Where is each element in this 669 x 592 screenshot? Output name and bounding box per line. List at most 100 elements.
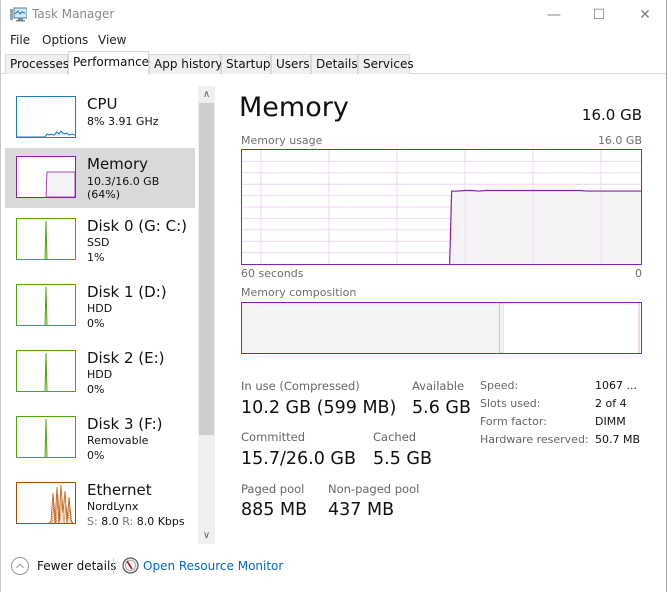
sidebar-title: Disk 2 (E:) (87, 349, 165, 367)
nonpaged-pool-value: 437 MB (328, 500, 395, 520)
in-use-value: 10.2 GB (599 MB) (241, 398, 397, 418)
sidebar-subtitle: SSD (87, 236, 110, 249)
disk-3-spike (44, 418, 48, 457)
disk-2-spike (44, 352, 48, 391)
sidebar-subtitle: 8% 3.91 GHz (87, 115, 159, 128)
close-button[interactable]: ✕ (622, 0, 668, 30)
send-value: 8.0 (101, 515, 119, 528)
menu-bar: File Options View (1, 30, 666, 50)
usage-graph-label: Memory usage (241, 134, 323, 147)
sidebar-item-ethernet[interactable]: Ethernet NordLynx S: 8.0 R: 8.0 Kbps (5, 474, 195, 534)
tab-users[interactable]: Users (271, 54, 311, 74)
composition-standby (503, 303, 640, 353)
tab-processes[interactable]: Processes (5, 54, 69, 74)
sidebar-usage: 0% (87, 383, 105, 396)
sidebar-item-cpu[interactable]: CPU 8% 3.91 GHz (5, 88, 195, 148)
committed-label: Committed (241, 430, 306, 444)
tab-startup[interactable]: Startup (221, 54, 271, 74)
slots-used-value: 2 of 4 (595, 397, 627, 410)
sidebar-throughput: S: 8.0 R: 8.0 Kbps (87, 515, 185, 528)
menu-file[interactable]: File (10, 33, 30, 47)
cpu-thumbnail-line (17, 130, 75, 137)
tab-performance[interactable]: Performance (68, 51, 149, 75)
sidebar-item-disk-0[interactable]: Disk 0 (G: C:) SSD 1% (5, 210, 195, 270)
disk-1-thumbnail-graph (16, 284, 76, 326)
nonpaged-pool-label: Non-paged pool (328, 482, 420, 496)
menu-options[interactable]: Options (42, 33, 88, 47)
sidebar-title: Disk 1 (D:) (87, 283, 167, 301)
ethernet-thumbnail-graph (16, 482, 76, 524)
sidebar-subtitle: Removable (87, 434, 149, 447)
tab-label: Performance (73, 55, 150, 69)
sidebar-title: Memory (87, 155, 149, 173)
sidebar-title: Disk 0 (G: C:) (87, 217, 187, 235)
total-memory: 16.0 GB (581, 106, 642, 124)
open-resource-monitor-label: Open Resource Monitor (143, 559, 284, 573)
scroll-down-arrow-icon[interactable]: ∨ (198, 527, 215, 544)
in-use-label: In use (Compressed) (241, 379, 360, 393)
tab-services[interactable]: Services (358, 54, 414, 74)
form-factor-label: Form factor: (480, 415, 547, 428)
cached-value: 5.5 GB (373, 449, 432, 469)
memory-composition-bar (241, 302, 642, 354)
tab-details[interactable]: Details (311, 54, 358, 74)
form-factor-value: DIMM (595, 415, 626, 428)
disk-0-thumbnail-graph (16, 218, 76, 260)
maximize-button[interactable]: ☐ (576, 0, 622, 30)
disk-1-spike (44, 286, 48, 325)
minimize-button[interactable]: — (531, 0, 577, 30)
sidebar-title: CPU (87, 95, 118, 113)
ethernet-send-line (48, 484, 74, 523)
composition-in-use (242, 303, 500, 353)
minimize-icon: — (547, 7, 561, 23)
disk-2-thumbnail-graph (16, 350, 76, 392)
axis-right-label: 0 (635, 267, 642, 280)
fewer-details-label: Fewer details (37, 559, 117, 573)
close-icon: ✕ (639, 7, 651, 23)
sidebar-subtitle: 10.3/16.0 GB (64%) (87, 175, 160, 201)
scrollbar-thumb[interactable] (199, 103, 214, 435)
sidebar-item-disk-3[interactable]: Disk 3 (F:) Removable 0% (5, 408, 195, 468)
sidebar-subtitle: HDD (87, 302, 113, 315)
performance-sidebar: CPU 8% 3.91 GHz Memory 10.3/16.0 GB (64%… (5, 86, 197, 544)
memory-thumbnail-graph (16, 156, 76, 198)
slots-used-label: Slots used: (480, 397, 541, 410)
tab-label: Services (363, 57, 414, 71)
axis-left-label: 60 seconds (241, 267, 304, 280)
speed-value: 1067 ... (595, 379, 637, 392)
send-label: S: (87, 515, 98, 528)
recv-label: R: (122, 515, 134, 528)
task-manager-window: Task Manager — ☐ ✕ File Options View Pro… (0, 0, 667, 592)
footer: Fewer details Open Resource Monitor (1, 553, 666, 581)
sidebar-item-memory[interactable]: Memory 10.3/16.0 GB (64%) (5, 148, 195, 208)
sidebar-item-disk-1[interactable]: Disk 1 (D:) HDD 0% (5, 276, 195, 336)
committed-value: 15.7/26.0 GB (241, 449, 356, 469)
sidebar-subtitle: HDD (87, 368, 113, 381)
sidebar-usage: 1% (87, 251, 105, 264)
window-title: Task Manager (32, 7, 115, 21)
menu-view[interactable]: View (98, 33, 126, 47)
sidebar-usage: 0% (87, 317, 105, 330)
sidebar-scrollbar[interactable]: ∧ ∨ (198, 86, 215, 544)
tab-app-history[interactable]: App history (149, 54, 223, 74)
recv-value: 8.0 Kbps (136, 515, 185, 528)
footer-divider (113, 558, 114, 574)
usage-area (449, 190, 641, 264)
maximize-icon: ☐ (592, 7, 606, 23)
memory-detail-panel: Memory 16.0 GB Memory usage 16.0 GB 60 s… (229, 86, 659, 546)
task-manager-icon (10, 7, 27, 22)
available-value: 5.6 GB (412, 398, 471, 418)
title-bar[interactable]: Task Manager — ☐ ✕ (1, 0, 666, 30)
scroll-up-arrow-icon[interactable]: ∧ (198, 86, 215, 103)
sidebar-title: Disk 3 (F:) (87, 415, 163, 433)
sidebar-item-disk-2[interactable]: Disk 2 (E:) HDD 0% (5, 342, 195, 402)
composition-label: Memory composition (241, 286, 357, 299)
paged-pool-label: Paged pool (241, 482, 305, 496)
memory-usage-graph (241, 149, 642, 265)
tab-label: App history (154, 57, 223, 71)
cpu-thumbnail-graph (16, 96, 76, 138)
memory-thumbnail-fill (45, 171, 75, 197)
tab-label: Startup (226, 57, 271, 71)
resource-monitor-icon (122, 557, 139, 574)
tab-label: Details (316, 57, 358, 71)
